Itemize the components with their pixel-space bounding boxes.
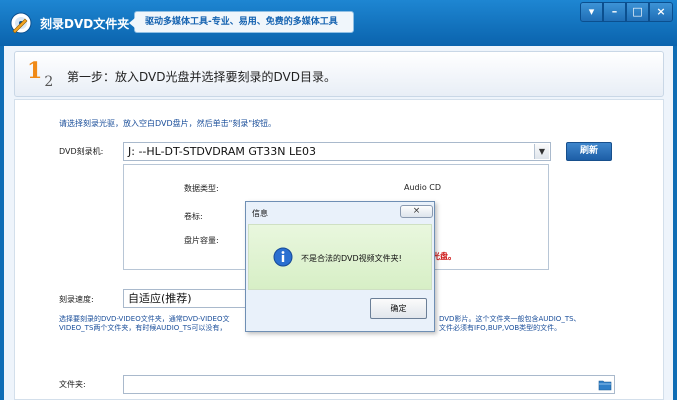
close-button[interactable]: × [649, 2, 673, 22]
folder-label: 文件夹: [59, 380, 86, 389]
dialog-title: 信息 [252, 209, 268, 218]
app-logo-icon [10, 12, 32, 34]
desc-line2-left: VIDEO_TS两个文件夹，有时候AUDIO_TS可以没有， [59, 324, 227, 332]
folder-open-icon[interactable] [598, 378, 612, 391]
desc-line1-right: DVD影片。这个文件夹一般包含AUDIO_TS、 [439, 315, 581, 323]
minimize-button[interactable]: – [603, 2, 626, 22]
data-type-value: Audio CD [404, 183, 442, 192]
speed-select[interactable]: 自适应(推荐) [123, 289, 253, 308]
instruction-text: 请选择刻录光驱，放入空白DVD盘片，然后单击"刻录"按钮。 [59, 119, 277, 128]
dialog-close-button[interactable]: × [400, 205, 433, 218]
info-icon [273, 247, 293, 267]
red-warning-fragment: 光盘。 [432, 252, 456, 261]
desc-line1-left: 选择要刻录的DVD-VIDEO文件夹，通常DVD-VIDEO文 [59, 315, 230, 323]
refresh-button[interactable]: 刷新 [566, 142, 612, 161]
drive-label: DVD刻录机: [59, 147, 104, 156]
folder-input[interactable] [123, 375, 615, 394]
speed-label: 刻录速度: [59, 295, 94, 304]
drive-value: J: --HL-DT-STDVDRAM GT33N LE03 [128, 145, 317, 158]
ok-button[interactable]: 确定 [370, 298, 427, 319]
step-number: 12 [27, 58, 53, 90]
chevron-down-icon[interactable]: ▼ [534, 144, 549, 159]
title-bar: 刻录DVD文件夹 驱动多媒体工具-专业、易用、免费的多媒体工具 ▾ – □ × [0, 0, 677, 46]
step-header: 12 第一步：放入DVD光盘并选择要刻录的DVD目录。 [14, 51, 664, 97]
step-current: 1 [27, 58, 43, 84]
app-title: 刻录DVD文件夹 [40, 17, 130, 31]
menu-button[interactable]: ▾ [580, 2, 603, 22]
volume-label: 卷标: [184, 212, 203, 221]
speed-value: 自适应(推荐) [128, 292, 192, 305]
desc-line2-right: 文件必须有IFO,BUP,VOB类型的文件。 [439, 324, 562, 332]
data-type-label: 数据类型: [184, 184, 219, 193]
step-title: 第一步：放入DVD光盘并选择要刻录的DVD目录。 [67, 70, 336, 84]
slogan-banner: 驱动多媒体工具-专业、易用、免费的多媒体工具 [129, 11, 354, 33]
info-dialog: 信息 × 不是合法的DVD视频文件夹! 确定 [245, 201, 435, 332]
dialog-body: 不是合法的DVD视频文件夹! [248, 224, 432, 290]
drive-select[interactable]: J: --HL-DT-STDVDRAM GT33N LE03 ▼ [123, 142, 551, 161]
capacity-label: 盘片容量: [184, 236, 219, 245]
maximize-button[interactable]: □ [626, 2, 649, 22]
step-total: 2 [44, 74, 54, 90]
dialog-message: 不是合法的DVD视频文件夹! [301, 254, 402, 263]
